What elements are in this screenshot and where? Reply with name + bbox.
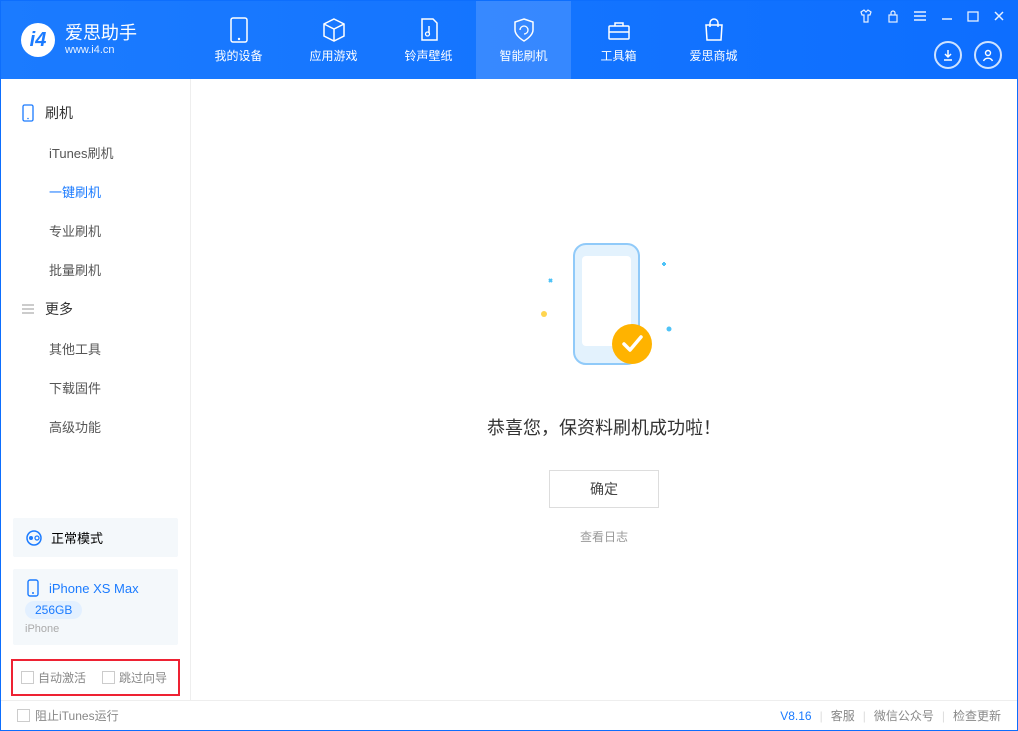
minimize-icon[interactable] [941,10,953,22]
block-itunes-checkbox[interactable]: 阻止iTunes运行 [17,707,119,724]
phone-icon [21,104,35,122]
footer-right: V8.16 | 客服 | 微信公众号 | 检查更新 [780,707,1001,724]
checkbox-icon [102,671,115,684]
sidebar-item-oneclick-flash[interactable]: 一键刷机 [1,172,190,211]
footer-link-wechat[interactable]: 微信公众号 [874,707,934,724]
top-nav: 我的设备 应用游戏 铃声壁纸 智能刷机 工具箱 爱思商城 [191,1,761,79]
sidebar-group-flash: 刷机 [1,93,190,133]
nav-my-device[interactable]: 我的设备 [191,1,286,79]
auto-activate-checkbox[interactable]: 自动激活 [21,669,86,686]
success-illustration [544,234,664,384]
main-content: 恭喜您，保资料刷机成功啦！ 确定 查看日志 [191,79,1017,700]
bag-icon [701,17,727,43]
mode-box[interactable]: 正常模式 [13,518,178,557]
separator: | [942,709,945,723]
nav-apps-games[interactable]: 应用游戏 [286,1,381,79]
app-subtitle: www.i4.cn [65,44,137,56]
sidebar-item-batch-flash[interactable]: 批量刷机 [1,250,190,289]
checkbox-label: 自动激活 [38,669,86,686]
music-file-icon [416,17,442,43]
nav-label: 智能刷机 [499,47,547,64]
checkbox-icon [21,671,34,684]
mode-icon [25,529,43,547]
body-area: 刷机 iTunes刷机 一键刷机 专业刷机 批量刷机 更多 其他工具 下载固件 … [1,79,1017,700]
sidebar-item-pro-flash[interactable]: 专业刷机 [1,211,190,250]
nav-label: 铃声壁纸 [404,47,452,64]
window-controls [859,9,1005,23]
version-label: V8.16 [780,709,811,723]
sidebar-group-more: 更多 [1,289,190,329]
mode-label: 正常模式 [51,528,103,547]
sidebar-group-title: 刷机 [45,103,73,123]
sidebar-item-download-firmware[interactable]: 下载固件 [1,368,190,407]
cube-icon [321,17,347,43]
separator: | [863,709,866,723]
checkbox-icon [17,709,30,722]
checkbox-label: 阻止iTunes运行 [35,707,119,724]
close-icon[interactable] [993,10,1005,22]
storage-badge: 256GB [25,601,82,619]
footer-left: 阻止iTunes运行 [17,707,119,724]
footer-link-support[interactable]: 客服 [831,707,855,724]
logo-text: 爱思助手 www.i4.cn [65,24,137,56]
nav-store[interactable]: 爱思商城 [666,1,761,79]
nav-toolbox[interactable]: 工具箱 [571,1,666,79]
nav-smart-flash[interactable]: 智能刷机 [476,1,571,79]
device-type: iPhone [25,623,59,635]
flash-options-row: 自动激活 跳过向导 [11,659,180,696]
skip-guide-checkbox[interactable]: 跳过向导 [102,669,167,686]
nav-label: 爱思商城 [689,47,737,64]
nav-label: 应用游戏 [309,47,357,64]
shirt-icon[interactable] [859,9,873,23]
download-button[interactable] [934,41,962,69]
menu-icon[interactable] [913,10,927,22]
nav-label: 工具箱 [600,47,636,64]
toolbox-icon [606,17,632,43]
header: i4 爱思助手 www.i4.cn 我的设备 应用游戏 铃声壁纸 智能刷机 工具… [1,1,1017,79]
device-name: iPhone XS Max [49,581,139,596]
view-log-link[interactable]: 查看日志 [580,528,628,545]
app-logo-icon: i4 [21,23,55,57]
nav-label: 我的设备 [214,47,262,64]
sidebar-item-advanced[interactable]: 高级功能 [1,407,190,446]
sidebar: 刷机 iTunes刷机 一键刷机 专业刷机 批量刷机 更多 其他工具 下载固件 … [1,79,191,700]
app-title: 爱思助手 [65,24,137,44]
success-message: 恭喜您，保资料刷机成功啦！ [487,414,721,440]
separator: | [820,709,823,723]
checkbox-label: 跳过向导 [119,669,167,686]
nav-ringtones-wallpapers[interactable]: 铃声壁纸 [381,1,476,79]
footer: 阻止iTunes运行 V8.16 | 客服 | 微信公众号 | 检查更新 [1,700,1017,730]
sidebar-item-itunes-flash[interactable]: iTunes刷机 [1,133,190,172]
sidebar-item-other-tools[interactable]: 其他工具 [1,329,190,368]
lock-icon[interactable] [887,9,899,23]
user-button[interactable] [974,41,1002,69]
list-icon [21,302,35,316]
header-actions [934,41,1002,69]
footer-link-update[interactable]: 检查更新 [953,707,1001,724]
ok-button[interactable]: 确定 [549,470,659,508]
shield-sync-icon [511,17,537,43]
device-icon [226,17,252,43]
device-phone-icon [25,579,41,597]
sidebar-group-title: 更多 [45,299,73,319]
logo-area: i4 爱思助手 www.i4.cn [1,23,191,57]
maximize-icon[interactable] [967,10,979,22]
device-box[interactable]: iPhone XS Max 256GB iPhone [13,569,178,645]
